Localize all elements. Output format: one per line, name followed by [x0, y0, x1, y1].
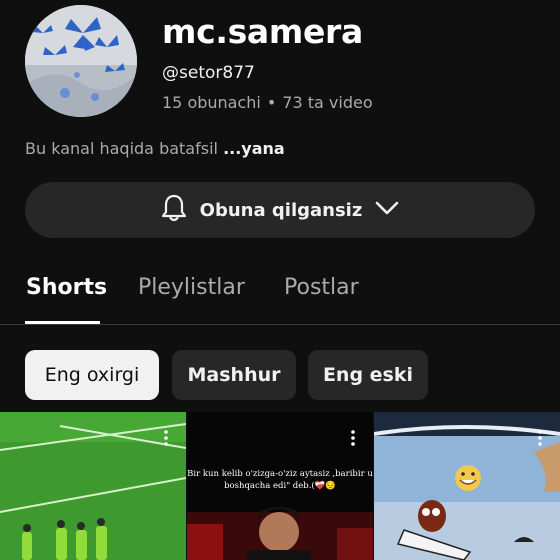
- subscriber-count: 15 obunachi: [162, 93, 261, 112]
- tab-playlists[interactable]: Pleylistlar: [138, 275, 245, 300]
- avatar-butterfly-art: [25, 5, 137, 117]
- active-tab-indicator: [25, 321, 100, 324]
- separator-dot: •: [266, 93, 277, 112]
- tab-shorts[interactable]: Shorts: [26, 275, 107, 300]
- subscribed-button[interactable]: Obuna qilgansiz: [25, 182, 535, 238]
- channel-handle: @setor877: [162, 63, 255, 83]
- bell-icon: [160, 193, 188, 227]
- filter-chip-popular[interactable]: Mashhur: [172, 350, 296, 400]
- football-field-image: [0, 412, 186, 560]
- filter-chip-latest[interactable]: Eng oxirgi: [25, 350, 159, 400]
- more-options-icon[interactable]: [538, 430, 542, 446]
- cartoon-image: [374, 412, 560, 560]
- filter-chip-oldest[interactable]: Eng eski: [308, 350, 428, 400]
- short-thumbnail-1[interactable]: [0, 412, 186, 560]
- channel-tabs: Shorts Pleylistlar Postlar: [0, 262, 560, 325]
- more-options-icon[interactable]: [164, 430, 168, 446]
- short-thumbnail-2[interactable]: Bir kun kelib o'zizga-o'ziz aytasiz ,bar…: [187, 412, 373, 560]
- channel-avatar[interactable]: [25, 5, 137, 117]
- short-caption: Bir kun kelib o'zizga-o'ziz aytasiz ,bar…: [187, 469, 373, 491]
- video-count: 73 ta video: [282, 93, 373, 112]
- channel-name: mc.samera: [162, 12, 364, 51]
- more-options-icon[interactable]: [351, 430, 355, 446]
- chevron-down-icon: [374, 199, 400, 221]
- tab-posts[interactable]: Postlar: [284, 275, 359, 300]
- about-text: Bu kanal haqida batafsil: [25, 139, 218, 158]
- channel-about[interactable]: Bu kanal haqida batafsil ...yana: [25, 139, 285, 158]
- subscribe-label: Obuna qilgansiz: [199, 199, 363, 221]
- short-thumbnail-3[interactable]: [374, 412, 560, 560]
- channel-stats: 15 obunachi • 73 ta video: [162, 93, 373, 112]
- about-more-link[interactable]: ...yana: [223, 139, 285, 158]
